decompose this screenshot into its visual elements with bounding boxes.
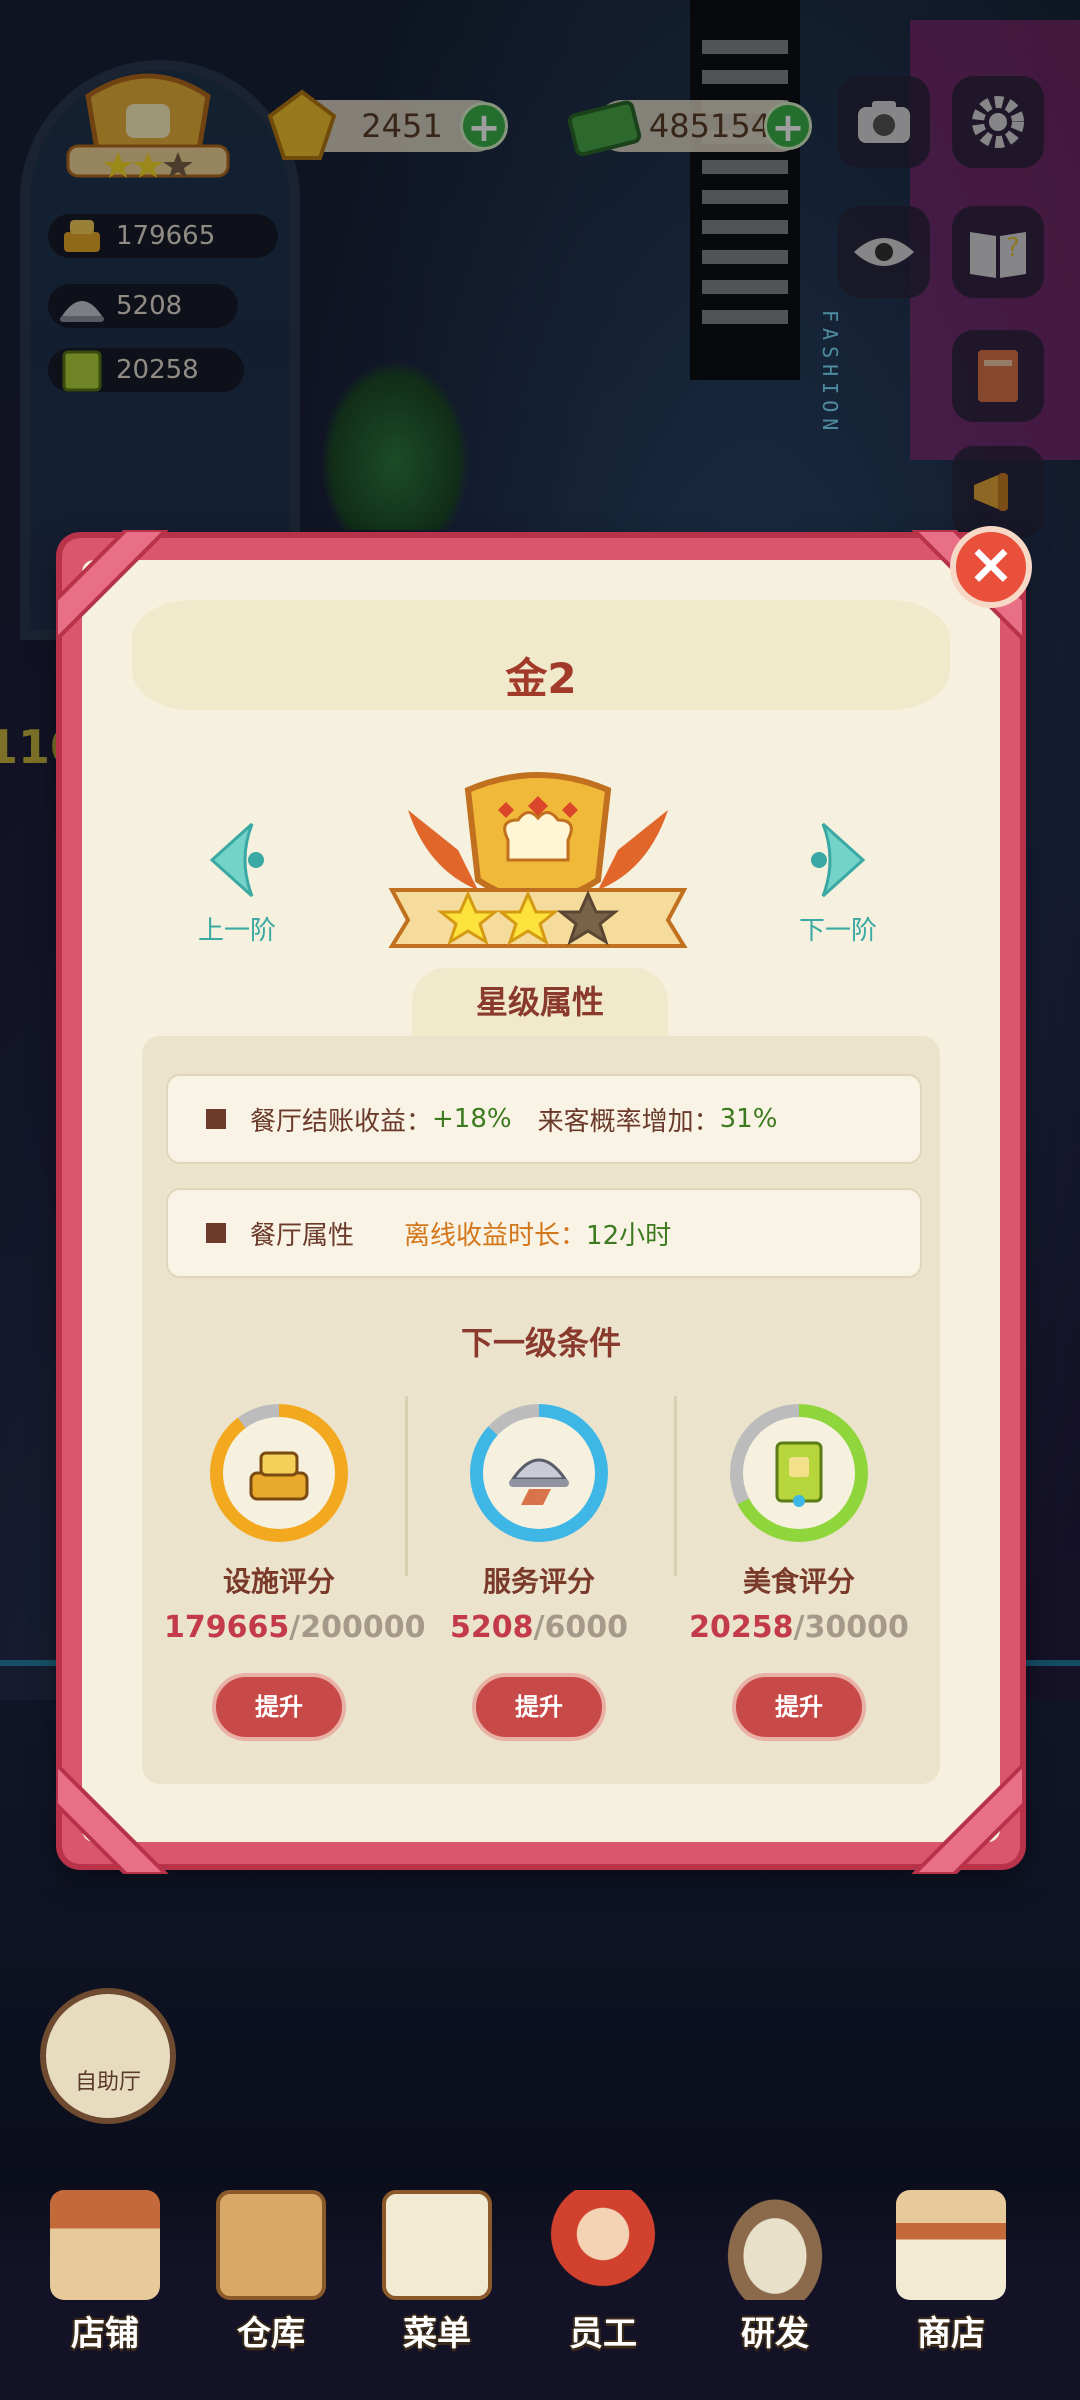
divider — [674, 1396, 677, 1576]
progress-ring — [730, 1404, 868, 1542]
requirement-name: 美食评分 — [742, 1565, 855, 1598]
requirement-progress: 20258/30000 — [689, 1610, 909, 1645]
divider — [405, 1396, 408, 1576]
guest-rate-label: 来客概率增加： — [537, 1106, 720, 1137]
nav-research[interactable]: 研发 — [700, 2190, 850, 2380]
store-icon — [896, 2190, 1006, 2300]
requirement-name: 服务评分 — [482, 1565, 595, 1598]
progress-ring — [210, 1404, 348, 1542]
upgrade-food-button[interactable]: 提升 — [732, 1673, 866, 1741]
gold-rank-badge-icon — [388, 772, 688, 948]
upgrade-facility-button[interactable]: 提升 — [212, 1673, 346, 1741]
next-tier-label: 下一阶 — [798, 916, 877, 946]
attribute-row-offline: 餐厅属性 离线收益时长： 12小时 — [166, 1188, 922, 1278]
service-cloche-icon — [509, 1458, 569, 1505]
restaurant-attr-label: 餐厅属性 — [250, 1220, 355, 1251]
attribute-row-income: 餐厅结账收益： +18% 来客概率增加： 31% — [166, 1074, 922, 1164]
menu-icon — [382, 2190, 492, 2300]
next-tier-button[interactable]: 下一阶 — [778, 820, 898, 947]
self-service-label: 自助厅 — [74, 2070, 141, 2095]
nav-staff[interactable]: 员工 — [528, 2190, 678, 2380]
offline-income-value: 12小时 — [586, 1220, 672, 1251]
requirement-facility: 设施评分 179665/200000 提升 — [164, 1404, 426, 1741]
bullet-square — [206, 1109, 226, 1129]
close-button[interactable]: × — [950, 526, 1032, 608]
nav-menu[interactable]: 菜单 — [362, 2190, 512, 2380]
nav-store[interactable]: 商店 — [876, 2190, 1026, 2380]
research-icon — [720, 2190, 830, 2300]
upgrade-service-button[interactable]: 提升 — [472, 1673, 606, 1741]
requirement-progress: 5208/6000 — [450, 1610, 628, 1645]
nav-staff-label: 员工 — [569, 2314, 637, 2354]
chevron-left-icon — [209, 822, 264, 898]
offline-income-label: 离线收益时长： — [404, 1220, 587, 1251]
requirement-service: 服务评分 5208/6000 提升 — [424, 1404, 654, 1741]
modal-title: 金2 — [505, 654, 577, 703]
nav-menu-label: 菜单 — [403, 2314, 471, 2354]
prev-tier-button[interactable]: 上一阶 — [177, 820, 297, 947]
progress-ring — [470, 1404, 608, 1542]
nav-warehouse-label: 仓库 — [237, 2314, 305, 2354]
nav-warehouse[interactable]: 仓库 — [196, 2190, 346, 2380]
prev-tier-label: 上一阶 — [197, 916, 276, 946]
recipe-book-icon — [775, 1441, 823, 1507]
nav-research-label: 研发 — [741, 2314, 809, 2354]
nav-shop[interactable]: 店铺 — [30, 2190, 180, 2380]
requirement-name: 设施评分 — [222, 1565, 335, 1598]
requirement-progress: 179665/200000 — [164, 1610, 426, 1645]
requirement-food: 美食评分 20258/30000 提升 — [684, 1404, 914, 1741]
nav-store-label: 商店 — [917, 2314, 985, 2354]
staff-icon — [548, 2190, 658, 2300]
chevron-right-icon — [811, 822, 866, 898]
checkout-income-label: 餐厅结账收益： — [250, 1106, 433, 1137]
shop-icon — [50, 2190, 160, 2300]
self-service-hall-button[interactable]: 自助厅 — [40, 1988, 176, 2124]
next-level-title: 下一级条件 — [460, 1324, 621, 1362]
bullet-square — [206, 1223, 226, 1243]
checkout-income-value: +18% — [432, 1104, 512, 1134]
star-attributes-tab: 星级属性 — [412, 968, 668, 1036]
nav-shop-label: 店铺 — [71, 2314, 139, 2354]
warehouse-icon — [216, 2190, 326, 2300]
guest-rate-value: 31% — [719, 1104, 778, 1134]
facility-icon — [249, 1451, 309, 1501]
close-icon: × — [967, 532, 1015, 597]
